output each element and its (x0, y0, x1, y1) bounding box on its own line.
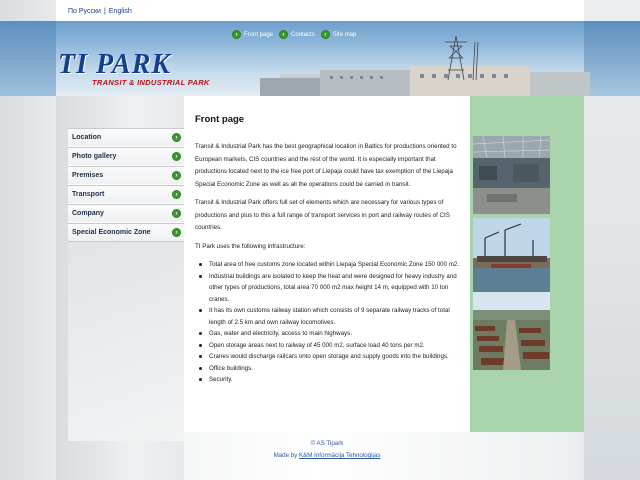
sidebar-item-special-economic-zone[interactable]: Special Economic Zone › (68, 223, 184, 242)
infrastructure-heading: TI Park uses the following infrastructur… (195, 242, 306, 250)
language-switcher: По Русски | English (68, 8, 132, 15)
sidebar-menu: Location › Photo gallery › Premises › Tr… (68, 128, 184, 242)
top-navigation: › Front page › Contacts › Site map (232, 30, 356, 39)
warehouse-interior-photo (473, 136, 550, 214)
sidebar-item-label: Photo gallery (72, 153, 117, 160)
made-by-prefix: Made by (273, 452, 300, 459)
port-cranes-photo (473, 218, 550, 296)
sidebar-item-transport[interactable]: Transport › (68, 185, 184, 204)
list-item: It has its own customs railway station w… (195, 305, 460, 328)
arrow-right-icon: › (172, 171, 181, 180)
arrow-right-icon: › (172, 209, 181, 218)
banner-left-edge (0, 21, 56, 96)
nav-site-map[interactable]: › Site map (320, 30, 357, 39)
copyright: © AS Tipark (310, 440, 344, 447)
sidebar-item-photo-gallery[interactable]: Photo gallery › (68, 147, 184, 166)
header-industrial-photo (260, 36, 590, 96)
logo-main-text: TI PARK (58, 49, 172, 80)
nav-front-page[interactable]: › Front page (232, 30, 273, 39)
arrow-right-icon: › (172, 228, 181, 237)
list-item: Cranes would discharge railcars onto ope… (195, 351, 460, 363)
railway-yard-photo (473, 292, 550, 370)
intro-paragraph: Transit & Industrial Park has the best g… (195, 143, 457, 188)
arrow-right-icon: › (320, 30, 330, 39)
services-paragraph: Transit & Industrial Park offers full se… (195, 199, 450, 231)
site-logo[interactable]: TI PARK TRANSIT & INDUSTRIAL PARK (58, 49, 209, 87)
site-footer: © AS Tipark Made by K&M Informācija Tehn… (184, 432, 470, 480)
list-item: Industrial buildings are isolated to kee… (195, 271, 460, 306)
list-item: Open storage areas next to railway of 45… (195, 340, 460, 352)
arrow-right-icon: › (172, 133, 181, 142)
top-bar: По Русски | English (56, 0, 584, 21)
sidebar-item-label: Location (72, 134, 102, 141)
arrow-right-icon: › (232, 30, 241, 39)
logo-subtitle: TRANSIT & INDUSTRIAL PARK (92, 78, 210, 87)
page-title: Front page (195, 114, 245, 125)
made-by: Made by K&M Informācija Tehnoloģijas (184, 452, 470, 459)
list-item: Security. (195, 374, 460, 386)
list-item: Gas, water and electricity, access to ma… (195, 328, 460, 340)
arrow-right-icon: › (172, 190, 181, 199)
sidebar-item-premises[interactable]: Premises › (68, 166, 184, 185)
nav-contacts-label: Contacts (291, 31, 315, 38)
arrow-right-icon: › (279, 30, 289, 39)
lang-separator: | (103, 8, 106, 15)
lang-english-link[interactable]: English (109, 8, 132, 15)
sidebar-item-label: Premises (72, 172, 104, 179)
menu-shadow (68, 241, 184, 441)
sidebar-item-company[interactable]: Company › (68, 204, 184, 223)
nav-front-page-label: Front page (244, 31, 274, 38)
photo-column (470, 96, 584, 432)
nav-site-map-label: Site map (332, 31, 357, 38)
main-content: Front page Transit & Industrial Park has… (184, 96, 470, 432)
infrastructure-list: Total area of free customs zone located … (195, 259, 460, 386)
arrow-right-icon: › (172, 152, 181, 161)
sidebar-item-label: Company (72, 210, 104, 217)
developer-link[interactable]: K&M Informācija Tehnoloģijas (299, 452, 380, 459)
sidebar-item-location[interactable]: Location › (68, 128, 184, 147)
sidebar-item-label: Transport (72, 191, 105, 198)
header-banner: TI PARK TRANSIT & INDUSTRIAL PARK › Fron… (0, 21, 640, 96)
sidebar-item-label: Special Economic Zone (72, 229, 151, 236)
list-item: Total area of free customs zone located … (195, 259, 460, 271)
list-item: Office buildings. (195, 363, 460, 375)
lang-russian-link[interactable]: По Русски (68, 8, 101, 15)
banner-right-edge (584, 21, 640, 96)
nav-contacts[interactable]: › Contacts (279, 30, 315, 39)
